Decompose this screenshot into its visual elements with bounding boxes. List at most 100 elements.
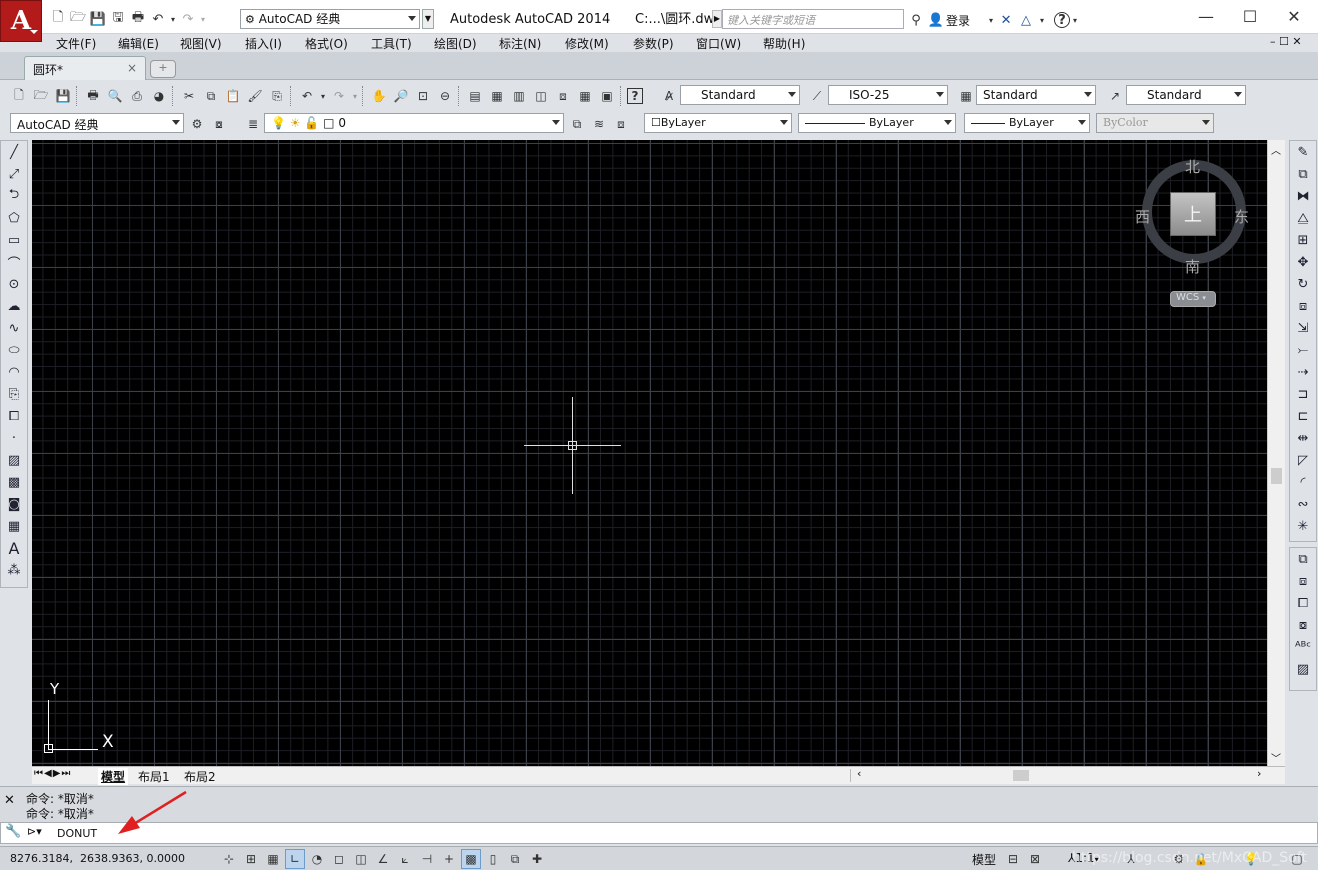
undo-dropdown-icon[interactable]: ▾ xyxy=(168,9,178,29)
revision-cloud-icon[interactable]: ☁ xyxy=(1,295,27,317)
infer-constraints-icon[interactable]: ⊹ xyxy=(219,849,239,869)
save-icon[interactable]: 💾 xyxy=(88,9,108,29)
sign-in-dropdown-icon[interactable]: ▾ xyxy=(986,10,996,30)
close-icon[interactable]: ✕ xyxy=(1272,4,1316,28)
tool-palettes-icon[interactable]: ▥ xyxy=(509,86,529,106)
make-block-icon[interactable]: ⧠ xyxy=(1,405,27,427)
layout-nav-icons[interactable]: ⏮◀▶⏭ xyxy=(34,768,71,779)
table-icon[interactable]: ▦ xyxy=(1,515,27,537)
gradient-icon[interactable]: ▩ xyxy=(1,471,27,493)
paste-icon[interactable]: 📋 xyxy=(223,86,243,106)
explode-icon[interactable]: ✳ xyxy=(1290,515,1316,537)
viewcube-south[interactable]: 南 xyxy=(1185,256,1200,277)
transparency-icon[interactable]: ▩ xyxy=(461,849,481,869)
qat-customize-icon[interactable]: ▼ xyxy=(422,9,434,29)
menu-help[interactable]: 帮助(H) xyxy=(763,35,805,52)
workspace-settings-icon[interactable]: ⚙ xyxy=(187,114,207,134)
lineweight-dropdown[interactable]: ByLayer xyxy=(964,113,1090,133)
menu-file[interactable]: 文件(F) xyxy=(56,35,96,52)
tab-model[interactable]: 模型 xyxy=(98,768,129,785)
send-to-back-icon[interactable]: ⧈ xyxy=(1290,570,1316,592)
bring-above-icon[interactable]: ⧠ xyxy=(1290,592,1316,614)
snap-mode-icon[interactable]: ⊞ xyxy=(241,849,261,869)
menu-view[interactable]: 视图(V) xyxy=(180,35,222,52)
selection-cycling-icon[interactable]: ⧉ xyxy=(505,849,525,869)
redo-tb-dropdown-icon[interactable]: ▾ xyxy=(351,86,359,106)
sheet-set-icon[interactable]: ◫ xyxy=(531,86,551,106)
layer-state-icon[interactable]: ⧈ xyxy=(611,114,631,134)
save-as-icon[interactable]: 🖫 xyxy=(108,9,128,29)
exchange-icon[interactable]: ✕ xyxy=(996,10,1016,30)
vertical-scrollbar[interactable]: ︿ ﹀ xyxy=(1267,140,1285,766)
viewcube-east[interactable]: 东 xyxy=(1234,206,1249,227)
maximize-icon[interactable]: ☐ xyxy=(1228,4,1272,28)
hatch-icon[interactable]: ▨ xyxy=(1,449,27,471)
autodesk-360-icon[interactable]: △ xyxy=(1016,10,1036,30)
new-icon[interactable]: 🗋 xyxy=(48,9,68,29)
binoculars-icon[interactable]: ⚲ xyxy=(906,10,926,30)
zoom-window-icon[interactable]: ⊡ xyxy=(413,86,433,106)
cut-icon[interactable]: ✂ xyxy=(179,86,199,106)
polyline-icon[interactable]: ⮌ xyxy=(1,185,27,207)
print-icon[interactable]: 🖶 xyxy=(83,86,103,106)
multiline-text-icon[interactable]: A xyxy=(1,537,27,559)
search-expand-icon[interactable]: ▶ xyxy=(712,10,722,28)
undo-tb-icon[interactable]: ↶ xyxy=(297,86,317,106)
undo-tb-dropdown-icon[interactable]: ▾ xyxy=(319,86,327,106)
dynamic-ucs-icon[interactable]: ⟀ xyxy=(395,849,415,869)
menu-parametric[interactable]: 参数(P) xyxy=(633,35,674,52)
command-line[interactable]: 🔧 ⊳▾ DONUT xyxy=(0,822,1318,844)
tab-layout1[interactable]: 布局1 xyxy=(138,768,170,785)
command-input[interactable]: DONUT xyxy=(57,827,97,840)
hatch-to-back-icon[interactable]: ▨ xyxy=(1290,658,1316,680)
doc-window-controls[interactable]: – ☐ ✕ xyxy=(1270,35,1302,48)
plot-icon[interactable]: 🖶 xyxy=(128,9,148,29)
menu-draw[interactable]: 绘图(D) xyxy=(434,35,477,52)
trim-icon[interactable]: ⤚ xyxy=(1290,339,1316,361)
scale-icon[interactable]: ⧈ xyxy=(1290,295,1316,317)
dim-style-icon[interactable]: ⟋ xyxy=(807,86,827,106)
redo-tb-icon[interactable]: ↷ xyxy=(329,86,349,106)
layer-dropdown[interactable]: 💡 ☀ 🔓 □ 0 xyxy=(264,113,564,133)
layer-previous-icon[interactable]: ≋ xyxy=(589,114,609,134)
layer-properties-icon[interactable]: ≣ xyxy=(243,114,263,134)
publish-icon[interactable]: ⎙ xyxy=(127,86,147,106)
viewcube-west[interactable]: 西 xyxy=(1135,206,1150,227)
pan-icon[interactable]: ✋ xyxy=(369,86,389,106)
object-snap-icon[interactable]: ◻ xyxy=(329,849,349,869)
ortho-mode-icon[interactable]: ∟ xyxy=(285,849,305,869)
a360-dropdown-icon[interactable]: ▾ xyxy=(1036,10,1048,30)
save-file-icon[interactable]: 💾 xyxy=(53,86,73,106)
scroll-thumb[interactable] xyxy=(1271,468,1282,484)
model-space-button[interactable]: 模型 xyxy=(972,851,996,868)
lineweight-icon[interactable]: + xyxy=(439,849,459,869)
clean-screen-icon[interactable]: ⧇ xyxy=(209,114,229,134)
break-at-point-icon[interactable]: ⊐ xyxy=(1290,383,1316,405)
minimize-icon[interactable]: — xyxy=(1184,4,1228,28)
close-tab-icon[interactable]: × xyxy=(127,61,137,75)
polar-tracking-icon[interactable]: ◔ xyxy=(307,849,327,869)
object-snap-tracking-icon[interactable]: ∠ xyxy=(373,849,393,869)
menu-format[interactable]: 格式(O) xyxy=(305,35,348,52)
rectangle-icon[interactable]: ▭ xyxy=(1,229,27,251)
table-style-dropdown[interactable]: Standard xyxy=(976,85,1096,105)
calc-icon[interactable]: ▣ xyxy=(597,86,617,106)
user-icon[interactable]: 👤 xyxy=(926,10,946,30)
help-icon[interactable]: ? xyxy=(1054,12,1071,28)
help-tb-icon[interactable]: ? xyxy=(627,88,643,104)
wcs-menu[interactable]: WCS ▾ xyxy=(1170,291,1216,307)
drawing-canvas[interactable]: 上 北 南 东 西 WCS ▾ Y X xyxy=(32,140,1267,766)
block-editor-icon[interactable]: ⎘ xyxy=(267,86,287,106)
match-properties-icon[interactable]: 🖌 xyxy=(245,86,265,106)
close-command-icon[interactable]: ✕ xyxy=(4,793,15,808)
text-to-front-icon[interactable]: ᴬᴮᶜ xyxy=(1290,636,1316,658)
stretch-icon[interactable]: ⇲ xyxy=(1290,317,1316,339)
command-prompt-icon[interactable]: ⊳▾ xyxy=(27,825,42,838)
mirror-icon[interactable]: ⧓ xyxy=(1290,185,1316,207)
move-icon[interactable]: ✥ xyxy=(1290,251,1316,273)
color-dropdown[interactable]: ☐ByLayer xyxy=(644,113,792,133)
annotation-monitor-icon[interactable]: ✚ xyxy=(527,849,547,869)
markup-icon[interactable]: ⧈ xyxy=(553,86,573,106)
workspace-dropdown[interactable]: ⚙ AutoCAD 经典 xyxy=(240,9,420,29)
menu-insert[interactable]: 插入(I) xyxy=(245,35,282,52)
